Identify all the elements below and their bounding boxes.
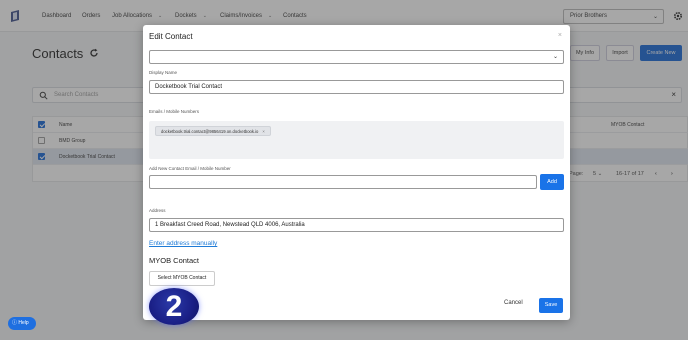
display-name-field[interactable]: Docketbook Trial Contact [149, 80, 564, 94]
help-label: Help [18, 320, 29, 326]
contact-type-select[interactable]: ⌄ [149, 50, 564, 64]
cancel-button[interactable]: Cancel [504, 300, 523, 306]
modal-title: Edit Contact [149, 32, 193, 41]
chevron-down-icon: ⌄ [552, 54, 558, 60]
select-myob-contact-button[interactable]: Select MYOB Contact [149, 271, 215, 286]
step-number: 2 [165, 290, 183, 323]
display-name-label: Display Name [149, 70, 178, 75]
remove-icon[interactable]: × [262, 129, 264, 134]
help-icon: ⓘ [12, 320, 18, 326]
step-badge: 2 [149, 288, 199, 325]
edit-contact-modal: Edit Contact × ⌄ Display Name Docketbook… [143, 25, 570, 320]
close-icon[interactable]: × [558, 32, 562, 39]
address-field[interactable]: 1 Breakfast Creed Road, Newstead QLD 400… [149, 218, 564, 232]
help-button[interactable]: ⓘ Help [8, 317, 36, 330]
add-new-contact-label: Add New Contact Email / Mobile Number [149, 166, 231, 171]
save-button[interactable]: Save [539, 298, 563, 313]
new-contact-email-field[interactable] [149, 175, 537, 189]
myob-section-heading: MYOB Contact [149, 256, 200, 265]
email-chip-text: docketbook.trial.contact@9856419.on.dock… [161, 129, 259, 134]
enter-address-manually-link[interactable]: Enter address manually [149, 240, 217, 247]
emails-label: Emails / Mobile Numbers [149, 109, 200, 114]
address-label: Address [149, 208, 166, 213]
emails-list: docketbook.trial.contact@9856419.on.dock… [149, 121, 564, 159]
email-chip[interactable]: docketbook.trial.contact@9856419.on.dock… [155, 126, 271, 136]
add-button[interactable]: Add [540, 174, 564, 190]
